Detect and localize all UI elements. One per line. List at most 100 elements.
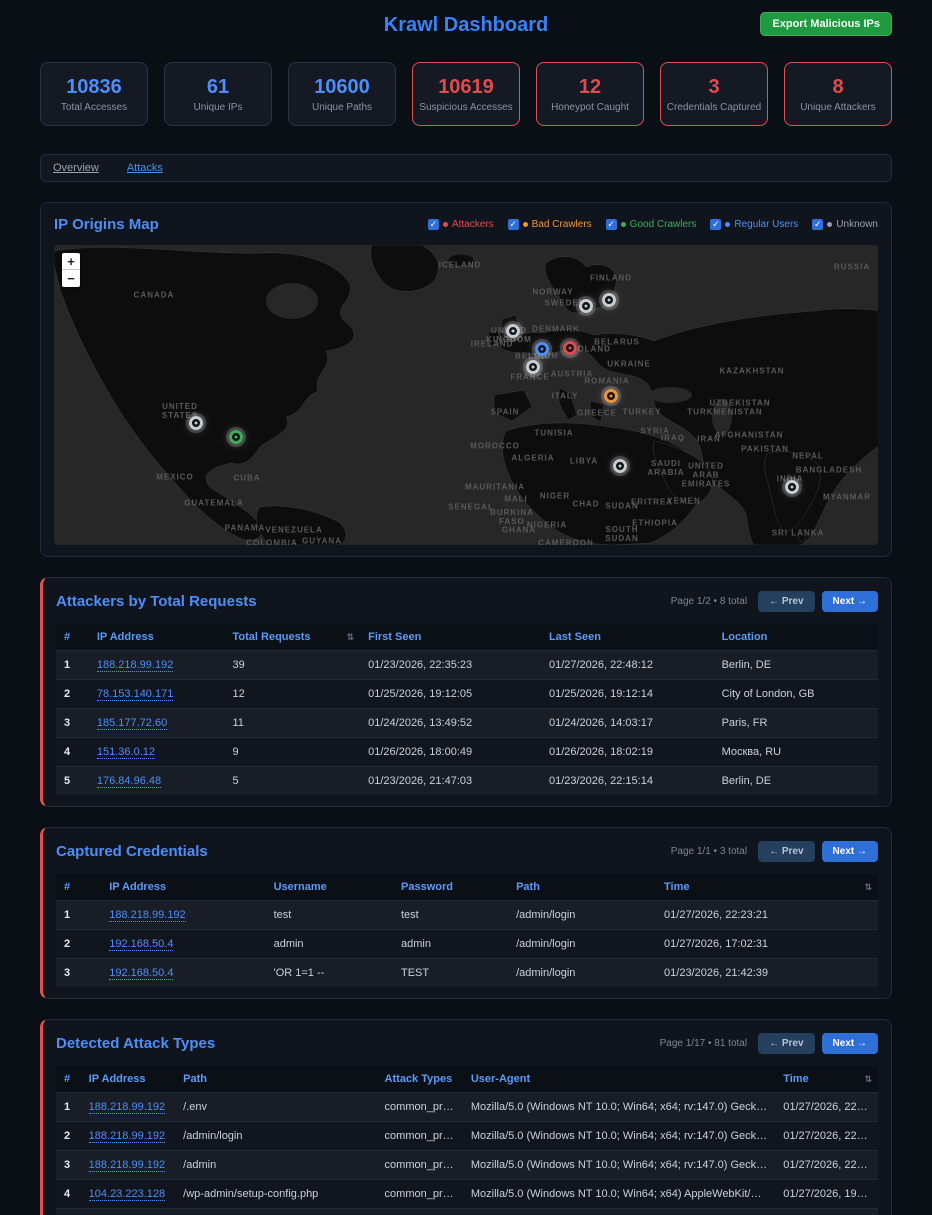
column-header[interactable]: Time⇅ — [775, 1066, 878, 1093]
table-cell: 01/27/2026, 22:23:21 — [656, 901, 878, 930]
map-marker-regular-user[interactable] — [535, 342, 549, 356]
column-header[interactable]: IP Address — [89, 624, 225, 651]
ip-address-link[interactable]: 192.168.50.4 — [109, 938, 173, 951]
legend-checkbox[interactable]: ✓ — [812, 219, 823, 230]
table-cell: Paris, FR — [714, 709, 878, 738]
ip-address-link[interactable]: 188.218.99.192 — [89, 1130, 165, 1143]
table-cell: Berlin, DE — [714, 651, 878, 680]
map-legend: ✓ Attackers ✓ Bad Crawlers ✓ Good Crawle… — [428, 219, 878, 230]
ip-address-link[interactable]: 188.218.99.192 — [89, 1159, 165, 1172]
table-sections: Attackers by Total Requests Page 1/2 • 8… — [40, 577, 892, 1215]
world-map[interactable]: CANADAICELANDUNITED STATESMEXICOCUBAGUAT… — [54, 245, 878, 545]
table-cell: 01/27/2026, 19:35:33 — [775, 1209, 878, 1215]
table-cell: Mozilla/5.0 (Windows NT 10.0; Win64; x64… — [463, 1122, 775, 1151]
column-header[interactable]: User-Agent — [463, 1066, 775, 1093]
table-cell: common_probes — [377, 1122, 463, 1151]
column-header[interactable]: Time⇅ — [656, 874, 878, 901]
ip-address-link[interactable]: 188.218.99.192 — [109, 909, 185, 922]
prev-button[interactable]: ← Prev — [758, 1033, 814, 1054]
map-marker-unknown[interactable] — [189, 416, 203, 430]
map-marker-attacker[interactable] — [563, 341, 577, 355]
column-header[interactable]: Username — [266, 874, 393, 901]
table-row: 5162.158.182.104/wordpress/wp-admin/setu… — [56, 1209, 878, 1215]
prev-button[interactable]: ← Prev — [758, 841, 814, 862]
column-header[interactable]: Path — [508, 874, 656, 901]
legend-item: ✓ Unknown — [812, 219, 878, 230]
column-header[interactable]: Attack Types — [377, 1066, 463, 1093]
sort-icon[interactable]: ⇅ — [864, 882, 872, 893]
marker-dot-icon — [195, 422, 198, 425]
section-title: Attackers by Total Requests — [56, 593, 257, 610]
table-cell: test — [393, 901, 508, 930]
sort-icon[interactable]: ⇅ — [864, 1074, 872, 1085]
table-cell: 5 — [56, 767, 89, 796]
legend-checkbox[interactable]: ✓ — [606, 219, 617, 230]
column-header[interactable]: # — [56, 874, 101, 901]
next-button[interactable]: Next → — [822, 591, 878, 612]
legend-checkbox[interactable]: ✓ — [428, 219, 439, 230]
map-marker-good-crawler[interactable] — [229, 430, 243, 444]
table-cell: admin — [266, 930, 393, 959]
next-button[interactable]: Next → — [822, 841, 878, 862]
table-cell: 2 — [56, 930, 101, 959]
export-malicious-ips-button[interactable]: Export Malicious IPs — [760, 12, 892, 36]
marker-dot-icon — [619, 465, 622, 468]
table-cell: 188.218.99.192 — [81, 1122, 176, 1151]
ip-address-link[interactable]: 188.218.99.192 — [89, 1101, 165, 1114]
table-cell: /admin/login — [175, 1122, 376, 1151]
ip-address-link[interactable]: 188.218.99.192 — [97, 659, 173, 672]
zoom-out-button[interactable]: − — [62, 270, 80, 287]
legend-checkbox[interactable]: ✓ — [710, 219, 721, 230]
map-marker-unknown[interactable] — [602, 293, 616, 307]
ip-address-link[interactable]: 104.23.223.128 — [89, 1188, 165, 1201]
map-marker-unknown[interactable] — [579, 299, 593, 313]
column-header[interactable]: # — [56, 1066, 81, 1093]
ip-address-link[interactable]: 185.177.72.60 — [97, 717, 167, 730]
legend-label: Unknown — [836, 219, 878, 230]
table-cell: 1 — [56, 901, 101, 930]
ip-address-link[interactable]: 78.153.140.171 — [97, 688, 173, 701]
tab-attacks[interactable]: Attacks — [127, 162, 163, 174]
prev-button[interactable]: ← Prev — [758, 591, 814, 612]
ip-address-link[interactable]: 151.36.0.12 — [97, 746, 155, 759]
legend-checkbox[interactable]: ✓ — [508, 219, 519, 230]
ip-address-link[interactable]: 176.84.96.48 — [97, 775, 161, 788]
marker-dot-icon — [585, 305, 588, 308]
map-zoom-control: + − — [62, 253, 80, 287]
ip-address-link[interactable]: 192.168.50.4 — [109, 967, 173, 980]
map-marker-unknown[interactable] — [785, 480, 799, 494]
map-marker-bad-crawler[interactable] — [604, 389, 618, 403]
column-header[interactable]: IP Address — [101, 874, 265, 901]
map-header: IP Origins Map ✓ Attackers ✓ Bad Crawler… — [54, 216, 878, 233]
column-header[interactable]: # — [56, 624, 89, 651]
map-marker-unknown[interactable] — [526, 360, 540, 374]
tab-overview[interactable]: Overview — [53, 162, 99, 174]
table-cell: TEST — [393, 959, 508, 988]
stat-label: Unique Attackers — [800, 102, 876, 113]
column-header[interactable]: Total Requests⇅ — [225, 624, 361, 651]
table-cell: 01/27/2026, 19:38:59 — [775, 1180, 878, 1209]
krawl-dashboard-page: Krawl Dashboard Export Malicious IPs 108… — [40, 0, 892, 1215]
column-header[interactable]: Password — [393, 874, 508, 901]
column-header[interactable]: IP Address — [81, 1066, 176, 1093]
column-header[interactable]: Last Seen — [541, 624, 714, 651]
stat-card: 3 Credentials Captured — [660, 62, 768, 126]
marker-dot-icon — [791, 486, 794, 489]
data-table: #IP AddressPathAttack TypesUser-AgentTim… — [56, 1066, 878, 1215]
map-marker-unknown[interactable] — [506, 324, 520, 338]
data-table: #IP AddressUsernamePasswordPathTime⇅ 1 18… — [56, 874, 878, 987]
legend-label: Bad Crawlers — [532, 219, 592, 230]
column-header[interactable]: First Seen — [360, 624, 541, 651]
marker-dot-icon — [610, 395, 613, 398]
stat-label: Unique IPs — [194, 102, 243, 113]
table-row: 1188.218.99.192/.envcommon_probesMozilla… — [56, 1093, 878, 1122]
column-header[interactable]: Location — [714, 624, 878, 651]
zoom-in-button[interactable]: + — [62, 253, 80, 270]
header: Krawl Dashboard Export Malicious IPs — [40, 8, 892, 48]
map-marker-unknown[interactable] — [613, 459, 627, 473]
table-cell: City of London, GB — [714, 680, 878, 709]
table-cell: 01/26/2026, 18:00:49 — [360, 738, 541, 767]
sort-icon[interactable]: ⇅ — [347, 632, 355, 643]
column-header[interactable]: Path — [175, 1066, 376, 1093]
next-button[interactable]: Next → — [822, 1033, 878, 1054]
